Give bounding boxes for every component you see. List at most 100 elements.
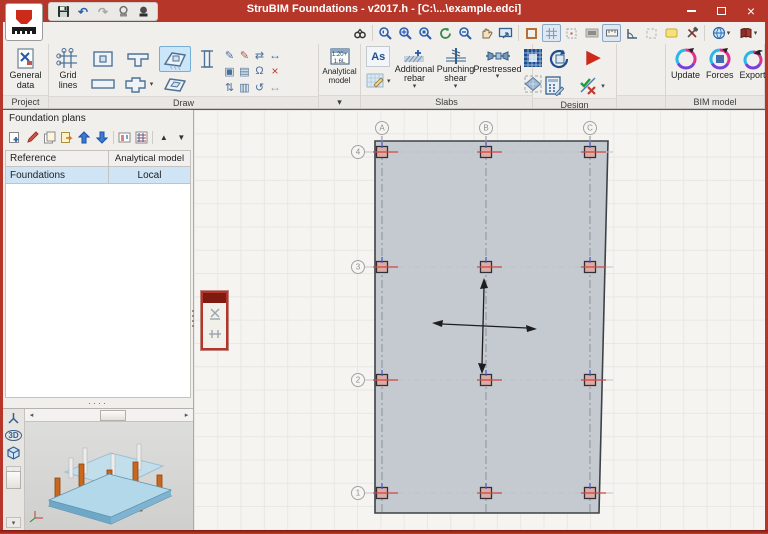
edit-pencil-button[interactable]: ✎ (225, 49, 234, 62)
analytical-dropdown-caret[interactable]: ▾ (319, 95, 360, 108)
rotate-button[interactable]: ↺ (255, 81, 264, 94)
horizontal-scroll-thumb[interactable] (100, 410, 126, 421)
comment-button[interactable] (662, 24, 681, 42)
prestressed-button[interactable]: Prestressed ▾ (477, 46, 519, 80)
general-data-button[interactable]: General data (6, 46, 45, 92)
capture-button[interactable] (496, 24, 515, 42)
delete-dimension-button[interactable]: × (271, 64, 278, 78)
undo-button[interactable]: ↶ (75, 4, 91, 19)
ruler-toggle[interactable] (602, 24, 621, 42)
edit-plan-button[interactable] (25, 130, 38, 145)
move-down-button[interactable] (95, 130, 108, 145)
dimension-button[interactable]: ↔ (269, 48, 281, 62)
floating-toolbar-header[interactable] (203, 293, 226, 303)
web-button[interactable]: ▾ (708, 24, 734, 42)
omega-edge-button[interactable]: Ω (255, 65, 263, 77)
save-button[interactable] (55, 4, 71, 19)
bim-forces-button[interactable]: Forces (704, 46, 736, 82)
array-button[interactable]: ▥ (239, 81, 249, 94)
redraw-button[interactable] (436, 24, 455, 42)
column-header-analytical-model[interactable]: Analytical model (109, 150, 191, 167)
strip-footing-button[interactable] (123, 47, 153, 71)
add-plan-button[interactable] (8, 130, 21, 145)
sidebar-splitter-grip[interactable] (191, 302, 195, 334)
chevron-down-icon: ▾ (754, 29, 758, 37)
table-row[interactable]: Foundations Local (5, 167, 191, 184)
grid-lines-label: Grid lines (54, 71, 82, 91)
solid-view-button[interactable] (5, 445, 22, 460)
3d-viewport[interactable] (25, 422, 193, 530)
move-up-button[interactable] (78, 130, 91, 145)
axes-button[interactable] (5, 411, 22, 426)
3d-view-button[interactable]: 3D (5, 428, 22, 443)
plan-canvas[interactable]: ABC4321 (194, 110, 765, 530)
zoom-out-button[interactable] (456, 24, 475, 42)
bim-update-button[interactable]: Update (669, 46, 702, 82)
zoom-extents-button[interactable] (416, 24, 435, 42)
stamp-button[interactable] (135, 4, 151, 19)
scroll-down-button[interactable]: ▾ (6, 517, 21, 528)
app-logo-icon[interactable] (5, 3, 43, 41)
redo-button[interactable]: ↷ (95, 4, 111, 19)
texture-toggle[interactable] (582, 24, 601, 42)
copy-plan-button[interactable] (43, 130, 56, 145)
vertical-scroll-thumb[interactable] (6, 471, 21, 489)
zoom-window-button[interactable] (396, 24, 415, 42)
minimize-button[interactable] (676, 0, 706, 22)
dimension-edit-button[interactable]: ↔ (269, 80, 281, 94)
ortho-toggle[interactable] (622, 24, 641, 42)
frame-toggle[interactable] (522, 24, 541, 42)
cell-analytical-model[interactable]: Local (109, 167, 191, 184)
edit-modify-button[interactable]: ✎ (240, 49, 249, 62)
as-label: As (371, 51, 385, 63)
copy-button[interactable]: ▣ (224, 65, 234, 78)
import-dxf-button[interactable] (117, 130, 130, 145)
stretch-button[interactable]: ⇅ (225, 81, 234, 94)
calculator-button[interactable] (542, 74, 566, 98)
pan-button[interactable] (476, 24, 495, 42)
export-plan-button[interactable] (60, 130, 73, 145)
ribbon-group-slabs: As ▾ Additional rebar ▾ (361, 44, 533, 108)
column-header-reference[interactable]: Reference (5, 150, 109, 167)
selection-toggle[interactable] (642, 24, 661, 42)
column-button[interactable] (197, 46, 217, 72)
mesh-edit-button[interactable]: ▾ (364, 70, 393, 91)
float-tool-1-button[interactable] (204, 305, 225, 323)
foundation-plan-drawing[interactable]: ABC4321 (194, 110, 765, 530)
cell-reference[interactable]: Foundations (5, 167, 109, 184)
floating-toolbar[interactable] (201, 291, 228, 350)
maximize-button[interactable] (706, 0, 736, 22)
float-tool-2-button[interactable] (204, 325, 225, 343)
scroll-left-button[interactable]: ◂ (25, 410, 38, 421)
check-results-button[interactable]: ▾ (576, 74, 607, 98)
calculate-run-button[interactable]: ▶ (584, 46, 603, 69)
manage-dxf-button[interactable] (135, 130, 148, 145)
collapse-panel-button[interactable]: ▲ (157, 130, 170, 145)
combined-footing-button[interactable]: ▾ (121, 72, 156, 96)
grid-toggle[interactable] (542, 24, 561, 42)
punching-shear-button[interactable]: Punching shear ▾ (437, 46, 475, 90)
close-button[interactable]: × (736, 0, 766, 22)
mirror-button[interactable]: ▤ (239, 65, 249, 78)
print-button[interactable] (115, 4, 131, 19)
update-results-button[interactable] (546, 46, 574, 72)
pad-footing-button[interactable] (89, 47, 117, 71)
panel-splitter[interactable]: ···· (3, 398, 193, 408)
help-book-button[interactable]: ▾ (735, 24, 761, 42)
bim-export-button[interactable]: Export (738, 46, 768, 82)
zoom-previous-button[interactable] (376, 24, 395, 42)
move-button[interactable]: ⇄ (255, 49, 264, 62)
tools-button[interactable] (682, 24, 701, 42)
expand-panel-button[interactable]: ▼ (175, 130, 188, 145)
grid-lines-button[interactable]: Grid lines (52, 46, 84, 92)
additional-rebar-button[interactable]: Additional rebar ▾ (395, 46, 435, 90)
analytical-model-button[interactable]: 1.20+ 1.6L Analytical model (320, 46, 358, 87)
scroll-right-button[interactable]: ▸ (180, 410, 193, 421)
mat-foundation-button[interactable] (159, 72, 191, 96)
beam-button[interactable] (88, 74, 118, 94)
pile-cap-button[interactable] (159, 46, 191, 72)
rebar-text-button[interactable]: As (366, 46, 390, 67)
search-button[interactable] (350, 24, 369, 42)
snap-toggle[interactable] (562, 24, 581, 42)
grid-bubble-row-label: 2 (356, 376, 361, 385)
